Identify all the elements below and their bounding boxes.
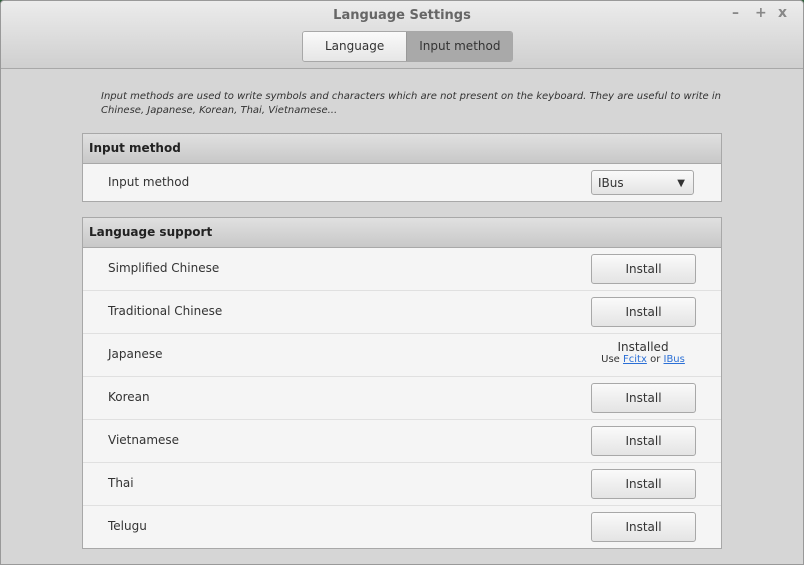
install-button[interactable]: Install — [591, 426, 696, 456]
window-title: Language Settings — [333, 8, 471, 23]
language-name: Telugu — [108, 519, 147, 533]
section-header: Input method — [83, 134, 721, 164]
install-button[interactable]: Install — [591, 297, 696, 327]
install-button[interactable]: Install — [591, 254, 696, 284]
language-name: Korean — [108, 390, 150, 404]
or-text: or — [650, 354, 661, 365]
language-name: Thai — [108, 476, 134, 490]
use-text: Use — [601, 354, 620, 365]
input-method-label: Input method — [108, 175, 190, 189]
language-row: Traditional Chinese Install — [83, 291, 721, 334]
ibus-link[interactable]: IBus — [664, 354, 685, 365]
language-name: Simplified Chinese — [108, 261, 220, 275]
header-bar: Language Settings – + x Language Input m… — [1, 1, 803, 69]
language-row: Telugu Install — [83, 506, 721, 548]
installed-label: Installed — [617, 340, 669, 354]
install-button[interactable]: Install — [591, 469, 696, 499]
close-button[interactable]: x — [778, 5, 787, 21]
language-name: Vietnamese — [108, 433, 180, 447]
dropdown-arrow-icon: ▼ — [677, 178, 685, 189]
language-row: Simplified Chinese Install — [83, 248, 721, 291]
minimize-button[interactable]: – — [732, 5, 739, 21]
fcitx-link[interactable]: Fcitx — [623, 354, 647, 365]
maximize-button[interactable]: + — [755, 5, 767, 21]
input-method-row: Input method IBus ▼ — [83, 164, 721, 201]
language-settings-window: Language Settings – + x Language Input m… — [0, 0, 804, 565]
description: Input methods are used to write symbols … — [101, 91, 721, 116]
language-row: Thai Install — [83, 463, 721, 506]
language-name: Traditional Chinese — [108, 304, 223, 318]
select-value: IBus — [598, 176, 624, 190]
install-button[interactable]: Install — [591, 383, 696, 413]
language-support-section: Language support Simplified Chinese Insta… — [82, 217, 722, 549]
language-row: Japanese Installed Use Fcitx or IBus — [83, 334, 721, 377]
language-row: Vietnamese Install — [83, 420, 721, 463]
input-method-section: Input method Input method IBus ▼ — [82, 133, 722, 202]
tab-input-method[interactable]: Input method — [406, 32, 513, 61]
language-name: Japanese — [108, 347, 163, 361]
input-method-select[interactable]: IBus ▼ — [591, 170, 694, 195]
tab-switcher: Language Input method — [302, 31, 514, 62]
language-row: Korean Install — [83, 377, 721, 420]
installed-status: Installed Use Fcitx or IBus — [573, 340, 713, 365]
section-header: Language support — [83, 218, 721, 248]
install-button[interactable]: Install — [591, 512, 696, 542]
tab-language[interactable]: Language — [303, 32, 407, 61]
